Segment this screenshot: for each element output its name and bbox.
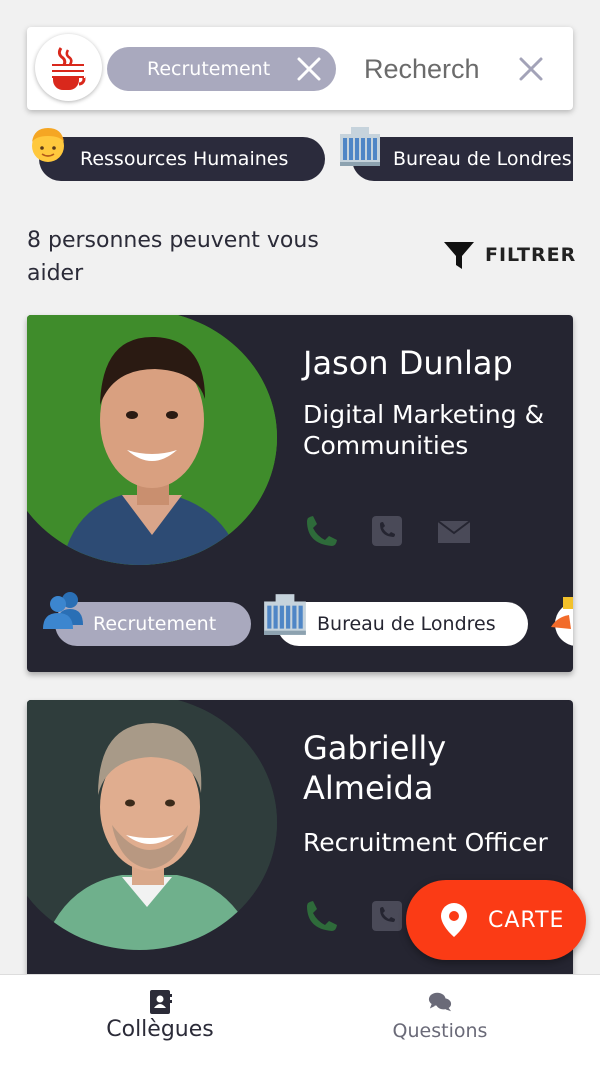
colleague-name: Jason Dunlap: [303, 344, 513, 382]
office-building-emoji-icon: [340, 127, 380, 166]
colleague-photo: [27, 700, 277, 950]
phone-square-icon[interactable]: [370, 515, 404, 547]
chip-label: Bureau de Londres: [393, 148, 572, 170]
people-group-icon: [43, 592, 83, 629]
tag-label: Bureau de Londres: [317, 613, 496, 635]
search-chip-label: Recrutement: [147, 58, 271, 80]
chip-label: Ressources Humaines: [80, 148, 289, 170]
nav-label: Collègues: [106, 1017, 214, 1042]
colleague-name: Gabrielly Almeida: [303, 729, 447, 807]
contacts-book-icon: [150, 990, 172, 1014]
colleague-role: Digital Marketing & Communities: [303, 400, 545, 460]
colleague-photo: [27, 315, 277, 565]
phone-icon[interactable]: [303, 900, 337, 932]
map-pin-icon: [441, 903, 467, 937]
search-input[interactable]: [364, 49, 504, 89]
clear-search-icon[interactable]: [517, 55, 545, 83]
company-logo: [35, 34, 102, 101]
phone-square-icon[interactable]: [370, 900, 404, 932]
chip-ressources-humaines[interactable]: Ressources Humaines: [39, 137, 325, 181]
filter-button[interactable]: FILTRER: [443, 237, 576, 273]
tag-label: Recrutement: [93, 613, 217, 635]
map-fab-button[interactable]: CARTE: [406, 880, 586, 960]
remove-chip-icon[interactable]: [296, 56, 322, 82]
chat-bubbles-icon: [428, 992, 452, 1012]
search-bar: Recrutement: [27, 27, 573, 110]
nav-tab-collegues[interactable]: Collègues: [10, 975, 310, 1067]
fab-label: CARTE: [488, 907, 565, 933]
results-count: 8 personnes peuvent vous aider: [27, 228, 319, 286]
chip-bureau-de-londres[interactable]: Bureau de Londres: [352, 137, 573, 181]
colleague-role: Recruitment Officer: [303, 828, 548, 857]
colleague-card[interactable]: Jason Dunlap Digital Marketing & Communi…: [27, 315, 573, 672]
bottom-nav: Collègues Questions: [0, 974, 600, 1067]
tag-bureau-de-londres: Bureau de Londres: [277, 602, 528, 646]
office-building-emoji-icon: [264, 594, 306, 635]
envelope-icon[interactable]: [437, 515, 471, 547]
contact-actions: [303, 515, 471, 547]
filter-funnel-icon: [444, 242, 474, 269]
filter-label: FILTRER: [485, 244, 577, 266]
nav-label: Questions: [392, 1020, 488, 1042]
filter-chips-row: Ressources Humaines Bureau de Londres: [27, 124, 573, 186]
contact-actions: [303, 900, 404, 932]
phone-icon[interactable]: [303, 515, 337, 547]
person-emoji-icon: [32, 128, 64, 162]
partial-emoji-icon: [551, 597, 573, 629]
nav-tab-questions[interactable]: Questions: [290, 975, 590, 1067]
search-filter-chip[interactable]: Recrutement: [107, 47, 336, 91]
